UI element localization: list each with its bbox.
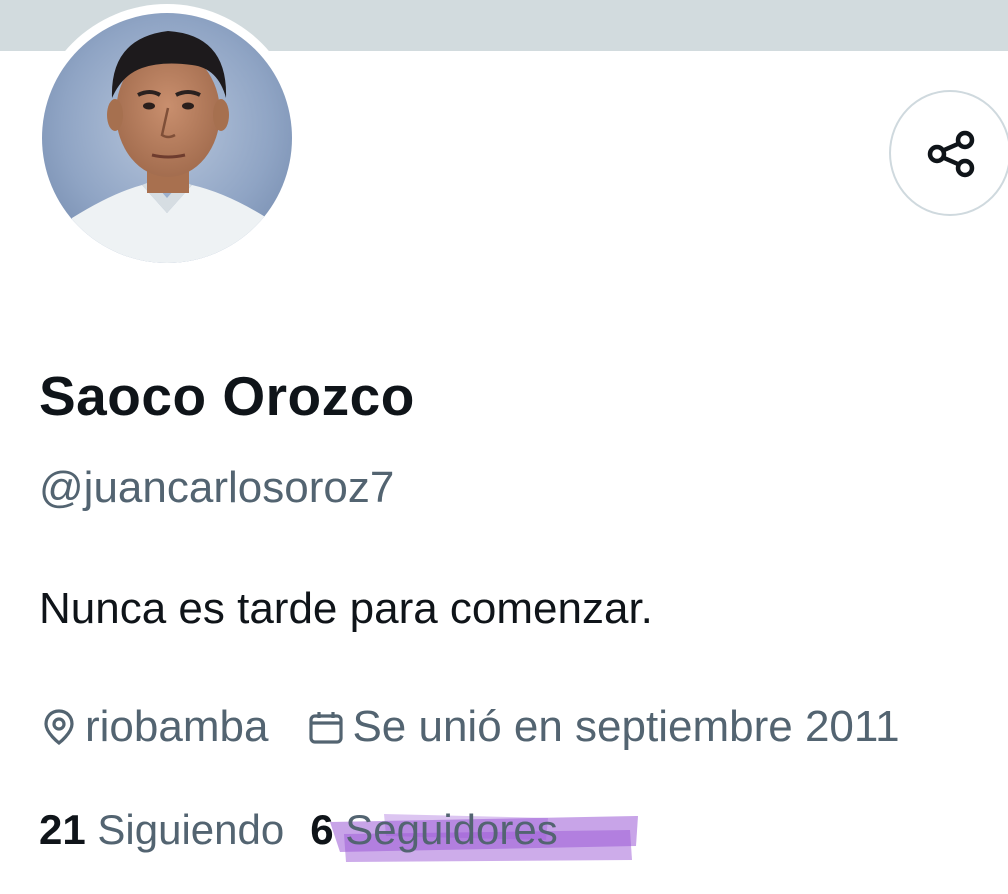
avatar[interactable] bbox=[42, 13, 292, 263]
user-handle: @juancarlosoroz7 bbox=[39, 463, 395, 512]
following-count: 21 bbox=[39, 806, 86, 853]
display-name: Saoco Orozco bbox=[39, 365, 415, 427]
join-date-text: Se unió en septiembre 2011 bbox=[352, 702, 900, 751]
location-text: riobamba bbox=[85, 702, 269, 751]
location-pin-icon bbox=[44, 709, 74, 746]
followers-link[interactable]: 6 Seguidores bbox=[310, 806, 558, 854]
join-date: Se unió en septiembre 2011 bbox=[306, 702, 900, 752]
follow-stats: 21 Siguiendo 6 Seguidores bbox=[39, 806, 558, 854]
followers-label: Seguidores bbox=[345, 806, 558, 853]
share-button[interactable] bbox=[889, 90, 1008, 216]
profile-meta: riobamba Se unió en septiembre 2011 bbox=[39, 697, 900, 757]
bio: Nunca es tarde para comenzar. bbox=[39, 584, 653, 633]
share-icon bbox=[927, 130, 975, 178]
following-link[interactable]: 21 Siguiendo bbox=[39, 806, 284, 854]
followers-count: 6 bbox=[310, 806, 334, 853]
following-label: Siguiendo bbox=[97, 806, 285, 853]
calendar-icon bbox=[309, 712, 344, 744]
avatar-photo bbox=[42, 13, 292, 263]
location: riobamba bbox=[39, 702, 268, 752]
